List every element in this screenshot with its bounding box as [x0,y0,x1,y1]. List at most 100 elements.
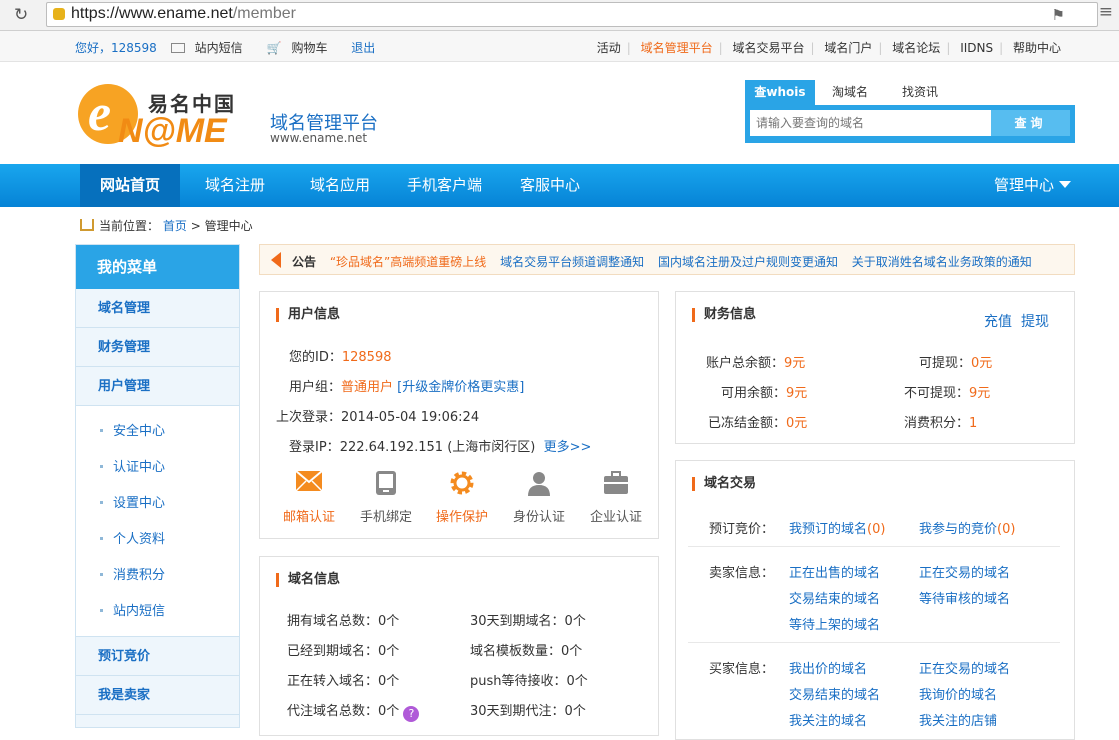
sidebar-item-seller[interactable]: 我是卖家 [76,676,239,715]
top-link-help[interactable]: 帮助中心 [1007,41,1067,55]
notice-link-4[interactable]: 关于取消姓名域名业务政策的通知 [852,255,1032,269]
buyer-link-watched-shops[interactable]: 我关注的店铺 [919,710,997,729]
sidebar-sub-messages[interactable]: 站内短信 [76,594,239,630]
seller-link-selling[interactable]: 正在出售的域名 [789,562,880,581]
help-icon[interactable]: ? [403,706,420,722]
sidebar-title: 我的菜单 [76,245,239,289]
nav-home[interactable]: 网站首页 [80,164,180,207]
top-link-portal[interactable]: 域名门户 [818,41,878,55]
greeting-link[interactable]: 您好，128598 [75,41,157,55]
nav-apps[interactable]: 域名应用 [310,164,370,207]
buyer-link-trading[interactable]: 正在交易的域名 [919,658,1010,677]
badge-protection[interactable]: 操作保护 [425,468,499,525]
menu-icon[interactable]: ≡ [1099,2,1113,22]
cart-icon: 🛒 [266,41,282,55]
finance-stat: 可用余额：9元 [721,386,808,401]
booking-label: 预订竞价： [709,522,775,537]
sidebar-item-bidding[interactable]: 预订竞价 [76,637,239,676]
person-icon [525,470,553,496]
nav-support[interactable]: 客服中心 [520,164,580,207]
reload-icon[interactable]: ↻ [14,5,28,25]
briefcase-icon [602,470,630,496]
recharge-link[interactable]: 充值 [984,311,1012,331]
top-link-forum[interactable]: 域名论坛 [886,41,946,55]
home-icon [80,219,94,231]
buyer-link-finished[interactable]: 交易结束的域名 [789,684,880,703]
buyer-link-bids[interactable]: 我出价的域名 [789,658,867,677]
buyer-link-watched-domains[interactable]: 我关注的域名 [789,710,867,729]
logo-en-text: N@ME [118,112,227,150]
user-info-panel: 用户信息 您的ID：128598 用户组：普通用户 [升级金牌价格更实惠] 上次… [259,291,659,539]
notice-link-2[interactable]: 域名交易平台频道调整通知 [500,255,644,269]
breadcrumb-home[interactable]: 首页 [163,219,187,233]
my-bids-link[interactable]: 我参与的竞价(0) [919,518,1015,537]
badge-identity[interactable]: 身份认证 [502,468,576,525]
url-text: https://www.ename.net/member [71,5,296,22]
nav-management-dropdown[interactable]: 管理中心 [994,164,1071,207]
mail-icon [170,43,185,53]
top-link-activity[interactable]: 活动 [591,41,627,55]
badge-company[interactable]: 企业认证 [579,468,653,525]
sidebar-sub-profile[interactable]: 个人资料 [76,522,239,558]
search-box: 查whois 淘域名 找资讯 查询 [745,80,1075,143]
user-id-row: 您的ID：128598 [289,350,392,365]
tab-browse-domains[interactable]: 淘域名 [815,80,885,105]
divider [688,546,1060,547]
sidebar-sub-verify[interactable]: 认证中心 [76,450,239,486]
notice-link-1[interactable]: “珍品域名”高端频道重磅上线 [330,255,486,269]
domain-stat: 30天到期域名：0个 [470,614,586,629]
sidebar-sub-security[interactable]: 安全中心 [76,414,239,450]
domain-stat: 30天到期代注：0个 [470,704,586,719]
my-booked-link[interactable]: 我预订的域名(0) [789,518,885,537]
sidebar-sub-points[interactable]: 消费积分 [76,558,239,594]
top-link-trade[interactable]: 域名交易平台 [727,41,811,55]
finance-stat: 可提现：0元 [919,356,993,371]
key-icon[interactable]: ⚑ [1052,6,1065,24]
divider [688,642,1060,643]
search-button[interactable]: 查询 [991,110,1070,136]
more-link[interactable]: 更多>> [544,440,592,455]
seller-link-finished[interactable]: 交易结束的域名 [789,588,880,607]
site-url: www.ename.net [270,131,368,145]
buyer-link-inquiry[interactable]: 我询价的域名 [919,684,997,703]
finance-stat: 不可提现：9元 [904,386,991,401]
sidebar-sub-settings[interactable]: 设置中心 [76,486,239,522]
messages-link[interactable]: 站内短信 [170,41,253,55]
domain-stat: 已经到期域名：0个 [287,644,400,659]
badge-email[interactable]: 邮箱认证 [272,468,346,525]
seller-link-review[interactable]: 等待审核的域名 [919,588,1010,607]
trade-title: 域名交易 [692,477,756,491]
tab-news[interactable]: 找资讯 [885,80,955,105]
sidebar-item-domain-mgmt[interactable]: 域名管理 [76,289,239,328]
cart-link[interactable]: 🛒 购物车 [266,41,337,55]
top-link-iidns[interactable]: IIDNS [954,41,999,55]
nav-register[interactable]: 域名注册 [205,164,265,207]
withdraw-link[interactable]: 提现 [1021,311,1049,331]
domain-stat: 代注域名总数：0个 ? [287,700,420,722]
logout-link[interactable]: 退出 [351,41,375,55]
tab-whois[interactable]: 查whois [745,80,815,105]
nav-mobile[interactable]: 手机客户端 [407,164,482,207]
lock-icon [53,8,65,20]
address-bar[interactable]: https://www.ename.net/member ⚑ [46,2,1098,27]
user-id-value: 128598 [341,350,392,365]
user-info-title: 用户信息 [276,308,340,322]
top-info-bar: 您好，128598 站内短信 🛒 购物车 退出 活动 | 域名管理平台 | 域名交易平… [0,31,1119,62]
top-link-domain-mgmt[interactable]: 域名管理平台 [635,41,719,55]
finance-panel: 财务信息 充值 提现 账户总余额：9元 可提现：0元 可用余额：9元 不可提现：… [675,291,1075,444]
domain-trade-panel: 域名交易 预订竞价： 我预订的域名(0) 我参与的竞价(0) 卖家信息： 正在出… [675,460,1075,740]
last-login-value: 2014-05-04 19:06:24 [341,410,480,425]
sidebar-item-user-mgmt[interactable]: 用户管理 [76,367,239,406]
sidebar-item-finance[interactable]: 财务管理 [76,328,239,367]
seller-link-pending[interactable]: 等待上架的域名 [789,614,880,633]
finance-stat: 账户总余额：9元 [706,356,806,371]
search-input[interactable] [750,110,991,136]
seller-link-trading[interactable]: 正在交易的域名 [919,562,1010,581]
domain-stat: 正在转入域名：0个 [287,674,400,689]
notice-link-3[interactable]: 国内域名注册及过户规则变更通知 [658,255,838,269]
seller-label: 卖家信息： [709,566,775,581]
badge-phone[interactable]: 手机绑定 [349,468,423,525]
login-ip-row: 登录IP：222.64.192.151 (上海市闵行区) 更多>> [289,440,592,455]
phone-icon [372,470,400,496]
upgrade-link[interactable]: [升级金牌价格更实惠] [397,380,524,395]
